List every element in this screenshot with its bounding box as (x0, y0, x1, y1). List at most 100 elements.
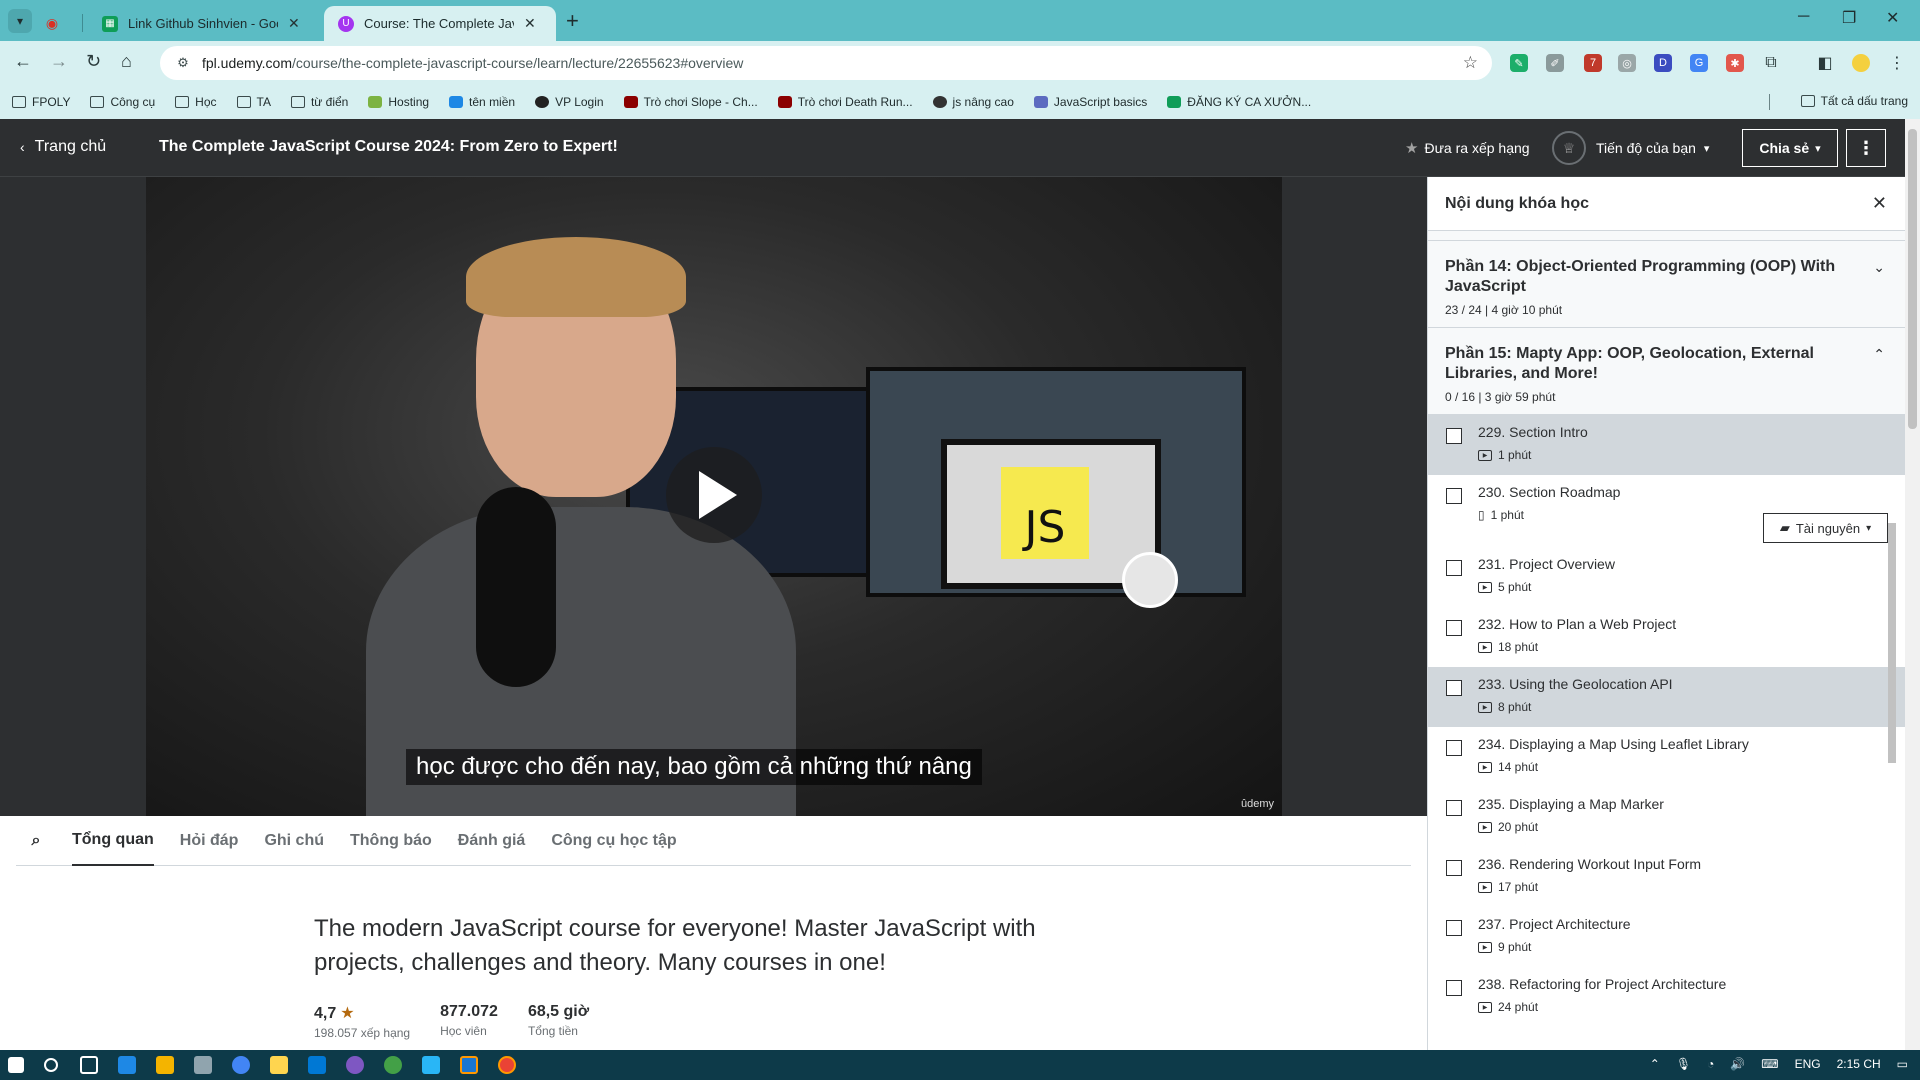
scrollbar-thumb[interactable] (1888, 523, 1896, 763)
address-bar[interactable]: ⚙ fpl.udemy.com/course/the-complete-java… (160, 46, 1492, 80)
reload-icon[interactable]: ↻ (86, 51, 101, 72)
scrollbar-thumb[interactable] (1908, 129, 1917, 429)
lesson-checkbox[interactable] (1446, 620, 1462, 636)
lesson-checkbox[interactable] (1446, 428, 1462, 444)
bookmark-folder[interactable]: Công cụ (90, 95, 155, 109)
lesson-checkbox[interactable] (1446, 860, 1462, 876)
close-window-icon[interactable]: ✕ (1886, 8, 1899, 28)
resources-dropdown[interactable]: ▰ Tài nguyên ▾ (1763, 513, 1888, 543)
share-button[interactable]: Chia sẻ ▾ (1742, 129, 1838, 167)
close-tab-icon[interactable]: ✕ (288, 15, 300, 32)
bookmark-link[interactable]: JavaScript basics (1033, 95, 1147, 109)
play-button[interactable] (666, 447, 762, 543)
volume-icon[interactable]: 🔊 (1730, 1057, 1745, 1071)
bookmark-link[interactable]: ĐĂNG KÝ CA XƯỞN... (1167, 95, 1311, 109)
network-icon[interactable]: ◔ (1707, 1057, 1714, 1071)
browser-menu-icon[interactable]: ⋮ (1888, 54, 1906, 72)
lesson-item[interactable]: 234. Displaying a Map Using Leaflet Libr… (1428, 727, 1905, 787)
store-icon[interactable] (118, 1056, 136, 1074)
bookmark-folder[interactable]: Học (175, 95, 217, 109)
adblock-extension-icon[interactable]: 7 (1584, 54, 1602, 72)
vscode-icon[interactable] (308, 1056, 326, 1074)
lesson-checkbox[interactable] (1446, 740, 1462, 756)
home-icon[interactable]: ⌂ (121, 51, 132, 72)
lesson-checkbox[interactable] (1446, 980, 1462, 996)
edge-icon[interactable] (422, 1056, 440, 1074)
extension-icon[interactable]: ✎ (1510, 54, 1528, 72)
page-scrollbar[interactable] (1905, 119, 1920, 1050)
bookmark-link[interactable]: Trò chơi Slope - Ch... (623, 95, 758, 109)
lesson-checkbox[interactable] (1446, 920, 1462, 936)
profile-avatar[interactable] (1852, 54, 1870, 72)
bookmark-folder[interactable]: FPOLY (12, 95, 70, 109)
lesson-item[interactable]: 237. Project Architecture ▶ 9 phút (1428, 907, 1905, 967)
close-tab-icon[interactable]: ✕ (524, 15, 536, 32)
notifications-icon[interactable]: ▭ (1897, 1057, 1908, 1071)
zalo-icon[interactable] (460, 1056, 478, 1074)
search-icon[interactable] (44, 1058, 58, 1072)
lesson-checkbox[interactable] (1446, 488, 1462, 504)
lesson-item[interactable]: 233. Using the Geolocation API ▶ 8 phút (1428, 667, 1905, 727)
bookmark-link[interactable]: Trò chơi Death Run... (777, 95, 913, 109)
more-options-icon[interactable]: ⋮ (1846, 129, 1886, 167)
language-indicator[interactable]: ENG (1795, 1057, 1821, 1071)
calculator-icon[interactable] (194, 1056, 212, 1074)
bookmark-link[interactable]: Hosting (368, 95, 429, 109)
all-bookmarks[interactable]: Tất cả dấu trang (1800, 94, 1908, 108)
lesson-checkbox[interactable] (1446, 560, 1462, 576)
d-extension-icon[interactable]: D (1654, 54, 1672, 72)
windows-start-icon[interactable] (8, 1057, 24, 1073)
tray-chevron-icon[interactable]: ⌃ (1650, 1057, 1660, 1071)
progress-dropdown[interactable]: ♕ Tiến độ của bạn ▾ (1552, 131, 1709, 165)
video-player[interactable]: JS học được cho đến nay, bao gồm cả nhữn… (146, 177, 1282, 816)
pen-extension-icon[interactable]: ✐ (1546, 54, 1564, 72)
file-explorer-icon[interactable] (156, 1056, 174, 1074)
lesson-checkbox[interactable] (1446, 800, 1462, 816)
lesson-item[interactable]: 232. How to Plan a Web Project ▶ 18 phút (1428, 607, 1905, 667)
restore-icon[interactable]: ❐ (1842, 8, 1856, 28)
back-icon[interactable]: ← (14, 51, 32, 72)
tab-github-sinhvien[interactable]: ▦ Link Github Sinhvien - Google Tr ✕ (88, 6, 320, 41)
tab-qa[interactable]: Hỏi đáp (180, 816, 239, 866)
task-view-icon[interactable] (80, 1056, 98, 1074)
notes-icon[interactable] (270, 1056, 288, 1074)
clock[interactable]: 2:15 CH (1837, 1057, 1881, 1071)
close-icon[interactable]: ✕ (1872, 193, 1887, 214)
rate-course-button[interactable]: ★ Đưa ra xếp hạng (1405, 139, 1530, 157)
tab-overview[interactable]: Tổng quan (72, 816, 154, 866)
tab-reviews[interactable]: Đánh giá (458, 816, 526, 866)
side-panel-icon[interactable]: ◧ (1816, 54, 1834, 72)
lesson-item[interactable]: 235. Displaying a Map Marker ▶ 20 phút (1428, 787, 1905, 847)
extensions-puzzle-icon[interactable]: ⧉ (1762, 54, 1780, 72)
bookmark-link[interactable]: tên miền (449, 95, 515, 109)
bookmark-link[interactable]: js nâng cao (932, 95, 1014, 109)
sidebar-scrollbar[interactable] (1885, 233, 1899, 1050)
github-desktop-icon[interactable] (346, 1056, 364, 1074)
tab-udemy-course[interactable]: U Course: The Complete JavaScript ✕ (324, 6, 556, 41)
bookmark-folder[interactable]: từ điển (290, 95, 348, 109)
home-link[interactable]: ‹ Trang chủ (20, 138, 106, 156)
microphone-icon[interactable]: 🎙 (1676, 1057, 1691, 1071)
bookmark-folder[interactable]: TA (236, 95, 271, 109)
section-header[interactable]: Phần 14: Object-Oriented Programming (OO… (1428, 241, 1905, 328)
lesson-item[interactable]: 229. Section Intro ▶ 1 phút (1428, 415, 1905, 475)
minimize-icon[interactable]: ─ (1798, 8, 1809, 26)
lesson-item[interactable]: 236. Rendering Workout Input Form ▶ 17 phú… (1428, 847, 1905, 907)
bookmark-star-icon[interactable]: ☆ (1463, 53, 1478, 73)
bug-extension-icon[interactable]: ✱ (1726, 54, 1744, 72)
tab-announcements[interactable]: Thông báo (350, 816, 432, 866)
chrome-icon[interactable] (232, 1056, 250, 1074)
search-icon[interactable]: ⌕ (16, 832, 56, 850)
bookmark-link[interactable]: VP Login (535, 95, 604, 109)
camera-extension-icon[interactable]: ◎ (1618, 54, 1636, 72)
section-header[interactable]: Phần 15: Mapty App: OOP, Geolocation, Ex… (1428, 328, 1905, 415)
lesson-item[interactable]: 230. Section Roadmap ▯ 1 phút ▰ Tài nguyên ▾ (1428, 475, 1905, 547)
translate-extension-icon[interactable]: G (1690, 54, 1708, 72)
tab-learning-tools[interactable]: Công cụ học tập (551, 816, 676, 866)
lesson-item[interactable]: 238. Refactoring for Project Architectur… (1428, 967, 1905, 1027)
forward-icon[interactable]: → (50, 51, 68, 72)
lesson-checkbox[interactable] (1446, 680, 1462, 696)
keyboard-icon[interactable]: ⌨ (1761, 1057, 1778, 1071)
tab-notes[interactable]: Ghi chú (264, 816, 324, 866)
app-icon[interactable] (384, 1056, 402, 1074)
